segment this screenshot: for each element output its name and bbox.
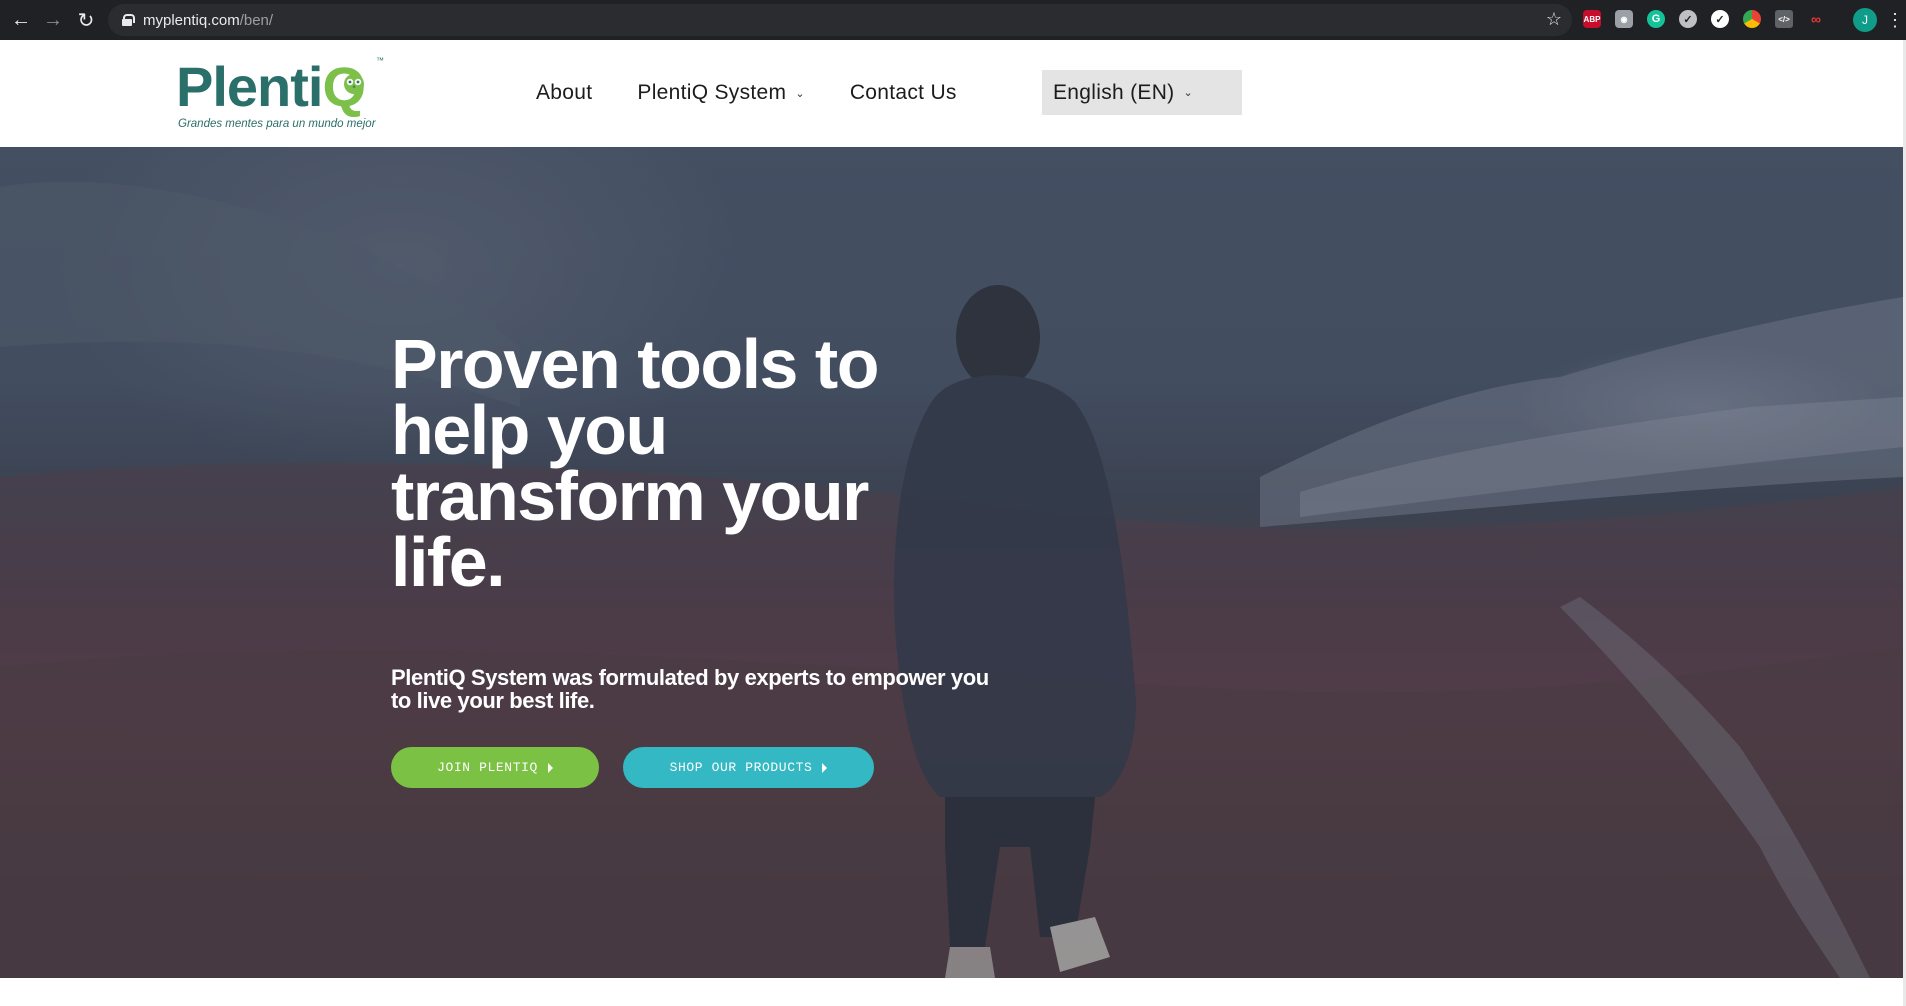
address-bar[interactable]: myplentiq.com /ben/ ☆ (108, 4, 1572, 36)
logo-wordmark-main: Plenti (176, 55, 323, 118)
color-picker-icon[interactable]: ✓ (1711, 10, 1729, 28)
checkmark-extension-icon[interactable]: ✓ (1679, 10, 1697, 28)
nav-about-label: About (536, 81, 593, 104)
shop-products-label: SHOP OUR PRODUCTS (669, 760, 813, 775)
hero-section: Proven tools to help you transform your … (0, 147, 1903, 978)
profile-avatar[interactable]: J (1853, 8, 1877, 32)
camera-icon[interactable]: ◉ (1615, 10, 1633, 28)
code-icon[interactable]: </> (1775, 10, 1793, 28)
language-label: English (EN) (1053, 80, 1175, 104)
logo-wordmark: PlentiQ (176, 54, 366, 119)
logo-tagline: Grandes mentes para un mundo mejor (178, 118, 376, 130)
more-menu-icon[interactable]: ⋮ (1886, 6, 1904, 34)
nav-contact-us[interactable]: Contact Us (850, 81, 957, 105)
join-plentiq-label: JOIN PLENTIQ (437, 760, 538, 775)
bookmark-star-icon[interactable]: ☆ (1546, 9, 1562, 30)
shop-products-button[interactable]: SHOP OUR PRODUCTS (623, 747, 874, 788)
link-icon[interactable]: ∞ (1807, 10, 1825, 28)
nav-about[interactable]: About (536, 81, 592, 105)
chevron-down-icon: ⌄ (1183, 87, 1193, 99)
site-header: PlentiQ ™ Grandes mentes para un mundo m… (0, 40, 1906, 147)
nav-plentiq-system-label: PlentiQ System (637, 81, 787, 104)
plentiq-logo[interactable]: PlentiQ ™ Grandes mentes para un mundo m… (176, 54, 396, 144)
owl-icon (344, 74, 364, 94)
chrome-circle-icon[interactable] (1743, 10, 1761, 28)
nav-contact-label: Contact Us (849, 81, 957, 104)
reload-icon[interactable]: ↻ (70, 0, 102, 40)
hero-subtitle: PlentiQ System was formulated by experts… (391, 665, 989, 713)
play-arrow-icon (822, 762, 828, 773)
main-navigation: About PlentiQ System ⌄ Contact Us (536, 70, 1002, 116)
url-path: /ben/ (239, 11, 274, 29)
language-selector[interactable]: English (EN) ⌄ (1042, 70, 1242, 115)
hero-background-image (0, 147, 1903, 978)
logo-trademark: ™ (376, 56, 384, 65)
hero-title: Proven tools to help you transform your … (391, 325, 879, 601)
grammarly-icon[interactable]: G (1647, 10, 1665, 28)
forward-icon[interactable]: → (37, 0, 69, 40)
browser-toolbar: ← → ↻ myplentiq.com /ben/ ☆ ABP ◉ G ✓ ✓ … (0, 0, 1906, 40)
url-host: myplentiq.com (143, 11, 240, 29)
back-icon[interactable]: ← (5, 0, 37, 40)
join-plentiq-button[interactable]: JOIN PLENTIQ (391, 747, 599, 788)
adblock-plus-icon[interactable]: ABP (1583, 10, 1601, 28)
lock-icon (122, 14, 135, 26)
play-arrow-icon (547, 762, 553, 773)
nav-plentiq-system[interactable]: PlentiQ System ⌄ (637, 81, 804, 105)
chevron-down-icon: ⌄ (795, 87, 805, 100)
